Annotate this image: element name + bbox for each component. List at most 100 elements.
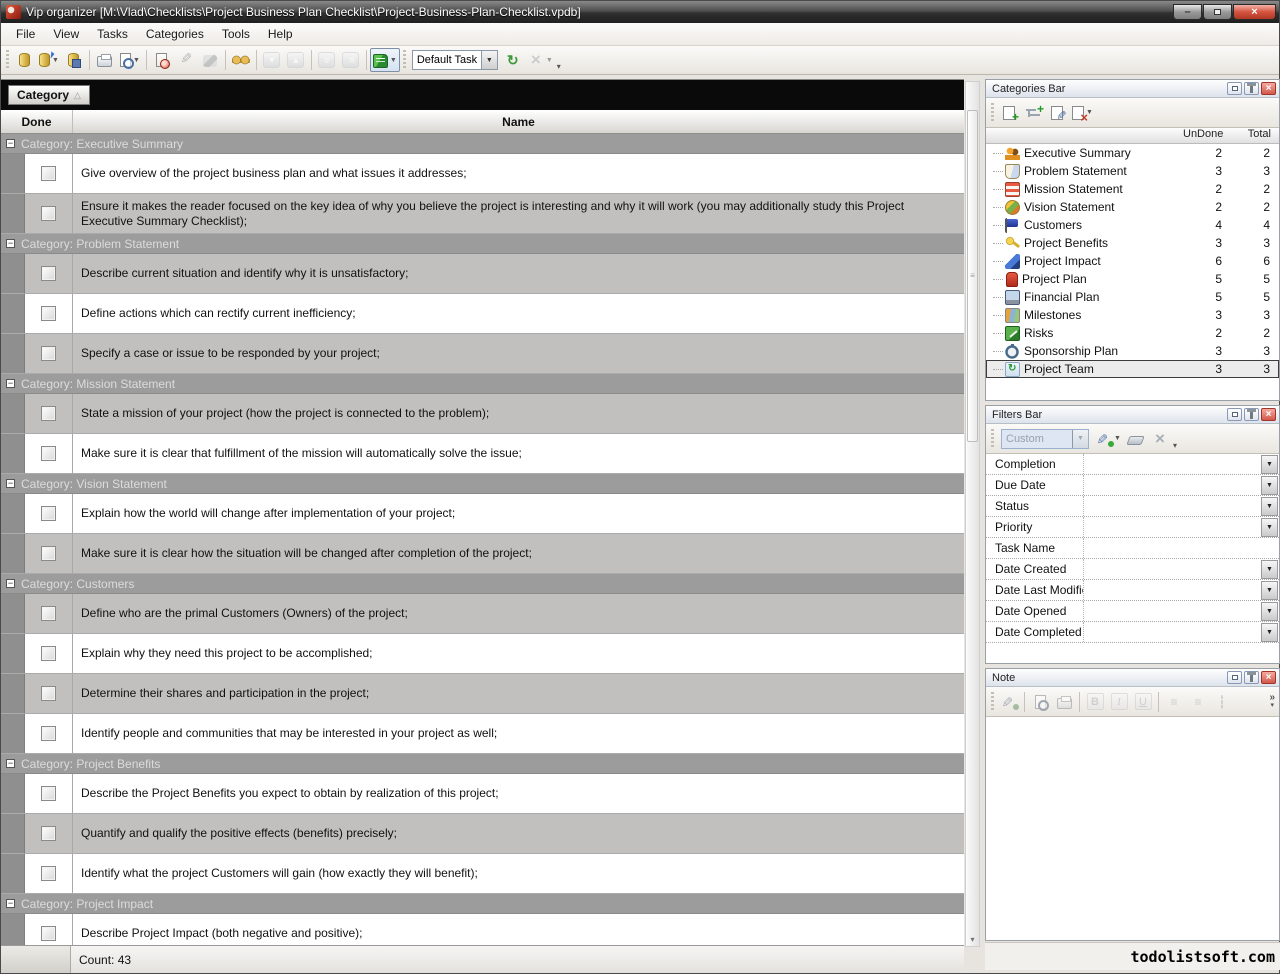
task-checkbox[interactable] (41, 306, 56, 321)
category-list-item[interactable]: Project Plan55 (986, 270, 1279, 288)
print-preview-button[interactable]: ▼ (117, 48, 143, 72)
toolbar-overflow-icon[interactable]: ▾ (557, 62, 561, 71)
filter-preset-combo[interactable]: Custom ▼ (1001, 429, 1089, 449)
task-row[interactable]: Ensure it makes the reader focused on th… (1, 194, 964, 234)
task-row[interactable]: Describe Project Impact (both negative a… (1, 914, 964, 945)
bullet-list-button[interactable]: ┇ (1210, 690, 1234, 714)
minimize-button[interactable]: – (1173, 4, 1202, 20)
task-row[interactable]: Determine their shares and participation… (1, 674, 964, 714)
category-list-item[interactable]: Mission Statement22 (986, 180, 1279, 198)
panel-restore-button[interactable] (1227, 671, 1242, 684)
category-list-item[interactable]: Problem Statement33 (986, 162, 1279, 180)
delete-task-button[interactable] (198, 48, 222, 72)
task-row[interactable]: Describe the Project Benefits you expect… (1, 774, 964, 814)
note-toolbar-overflow[interactable]: »▾ (1269, 693, 1279, 710)
scrollbar-thumb[interactable]: ≡ (967, 110, 978, 442)
task-row[interactable]: Explain how the world will change after … (1, 494, 964, 534)
bold-button[interactable]: B (1083, 690, 1107, 714)
filter-value-field[interactable] (1084, 559, 1260, 579)
column-header-name[interactable]: Name (73, 110, 964, 133)
close-button[interactable]: × (1233, 4, 1276, 20)
filter-value-field[interactable] (1084, 496, 1260, 516)
task-row[interactable]: Specify a case or issue to be responded … (1, 334, 964, 374)
insert-note-button[interactable] (997, 690, 1021, 714)
delete-x-button[interactable] (1148, 427, 1172, 451)
filter-value-field[interactable] (1084, 475, 1260, 495)
category-group-row[interactable]: Category: Executive Summary (1, 134, 964, 154)
task-checkbox[interactable] (41, 646, 56, 661)
filter-value-field[interactable] (1084, 517, 1260, 537)
notes-view-button[interactable]: ▼ (370, 48, 400, 72)
italic-button[interactable]: I (1107, 690, 1131, 714)
restore-button[interactable] (1203, 4, 1232, 20)
menu-file[interactable]: File (7, 24, 44, 44)
toolbar-grip[interactable] (990, 103, 995, 123)
filter-dropdown-button[interactable]: ▼ (1261, 581, 1278, 600)
column-header-undone[interactable]: UnDone (1183, 128, 1231, 143)
task-checkbox[interactable] (41, 606, 56, 621)
filter-dropdown-button[interactable]: ▼ (1261, 497, 1278, 516)
delete-x-button[interactable]: ▼ (525, 48, 556, 72)
filter-dropdown-button[interactable]: ▼ (1261, 602, 1278, 621)
task-checkbox[interactable] (41, 446, 56, 461)
category-list-item[interactable]: Financial Plan55 (986, 288, 1279, 306)
note-print-preview-button[interactable] (1028, 690, 1052, 714)
menu-view[interactable]: View (44, 24, 88, 44)
filter-dropdown-button[interactable]: ▼ (1261, 623, 1278, 642)
collapse-icon[interactable] (6, 579, 15, 588)
task-checkbox[interactable] (41, 926, 56, 941)
vertical-scrollbar[interactable]: ≡ ▾ (965, 81, 980, 947)
new-task-button[interactable] (150, 48, 174, 72)
filter-value-field[interactable] (1084, 601, 1260, 621)
task-row[interactable]: Identify what the project Customers will… (1, 854, 964, 894)
toolbar-grip[interactable] (5, 50, 10, 70)
task-row[interactable]: Identify people and communities that may… (1, 714, 964, 754)
new-database-button[interactable] (12, 48, 36, 72)
task-checkbox[interactable] (41, 826, 56, 841)
toolbar-grip[interactable] (402, 50, 407, 70)
add-subcategory-button[interactable] (1021, 101, 1045, 125)
edit-task-button[interactable] (174, 48, 198, 72)
panel-close-button[interactable]: × (1261, 82, 1276, 95)
category-group-row[interactable]: Category: Customers (1, 574, 964, 594)
toolbar-grip[interactable] (990, 692, 995, 712)
add-category-button[interactable] (997, 101, 1021, 125)
category-list-item[interactable]: Sponsorship Plan33 (986, 342, 1279, 360)
task-checkbox[interactable] (41, 506, 56, 521)
menu-tasks[interactable]: Tasks (88, 24, 137, 44)
print-button[interactable] (93, 48, 117, 72)
toolbar-grip[interactable] (990, 429, 995, 449)
filter-value-field[interactable] (1084, 454, 1260, 474)
panel-close-button[interactable]: × (1261, 408, 1276, 421)
task-row[interactable]: State a mission of your project (how the… (1, 394, 964, 434)
column-header-total[interactable]: Total (1231, 128, 1279, 143)
task-row[interactable]: Give overview of the project business pl… (1, 154, 964, 194)
insert-template-button[interactable] (501, 48, 525, 72)
task-row[interactable]: Explain why they need this project to be… (1, 634, 964, 674)
task-checkbox[interactable] (41, 206, 56, 221)
collapse-icon[interactable] (6, 139, 15, 148)
category-list-item[interactable]: Executive Summary22 (986, 144, 1279, 162)
filter-value-field[interactable] (1084, 580, 1260, 600)
filter-dropdown-button[interactable]: ▼ (1261, 518, 1278, 537)
move-up-button[interactable] (284, 48, 308, 72)
group-by-category-button[interactable]: Category △ (8, 85, 90, 105)
category-list-item[interactable]: Customers44 (986, 216, 1279, 234)
align-right-button[interactable]: ≡ (1186, 690, 1210, 714)
delete-category-button[interactable]: ▼ (1069, 101, 1096, 125)
collapse-icon[interactable] (6, 239, 15, 248)
category-list-item[interactable]: Project Impact66 (986, 252, 1279, 270)
task-row[interactable]: Describe current situation and identify … (1, 254, 964, 294)
panel-pin-button[interactable] (1244, 82, 1259, 95)
note-editor[interactable] (986, 717, 1279, 940)
filter-dropdown-button[interactable]: ▼ (1261, 560, 1278, 579)
task-checkbox[interactable] (41, 346, 56, 361)
task-checkbox[interactable] (41, 546, 56, 561)
task-checkbox[interactable] (41, 786, 56, 801)
task-row[interactable]: Define who are the primal Customers (Own… (1, 594, 964, 634)
category-group-row[interactable]: Category: Mission Statement (1, 374, 964, 394)
menu-categories[interactable]: Categories (137, 24, 213, 44)
panel-pin-button[interactable] (1244, 408, 1259, 421)
task-checkbox[interactable] (41, 166, 56, 181)
category-group-row[interactable]: Category: Vision Statement (1, 474, 964, 494)
